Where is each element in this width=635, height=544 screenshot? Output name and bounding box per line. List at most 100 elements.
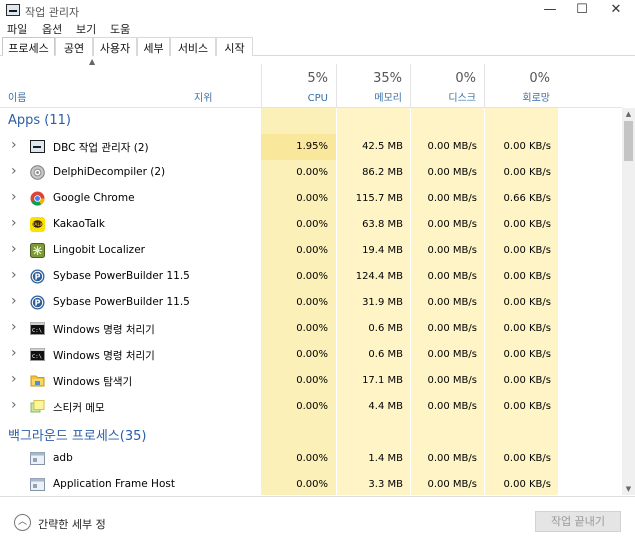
memory-value: 42.5 MB [362,141,403,152]
tab-performance[interactable]: 공연 [55,37,93,56]
expand-chevron-icon[interactable]: › [11,397,17,413]
memory-value: 31.9 MB [362,297,403,308]
minimize-button[interactable]: — [532,0,568,22]
header-cpu-label: CPU [307,93,328,104]
group-apps[interactable]: Apps (11) [0,108,622,134]
header-name[interactable]: 이름 [0,64,190,108]
header-memory[interactable]: 35% 메모리 [336,64,410,108]
expand-chevron-icon[interactable]: › [11,241,17,257]
expand-chevron-icon[interactable]: › [11,371,17,387]
network-value: 0.00 KB/s [503,479,551,490]
process-row[interactable]: › C:\ Windows 명령 처리기 0.00% 0.6 MB 0.00 MB/s 0.… [0,316,622,342]
disk-value: 0.00 MB/s [427,141,477,152]
expand-chevron-icon[interactable]: › [11,345,17,361]
cpu-value: 0.00% [296,479,328,490]
expand-chevron-icon[interactable]: › [11,137,17,153]
tab-startup[interactable]: 시작 [216,37,253,56]
fewer-details-link[interactable]: 간략한 세부 정 [38,516,106,532]
menu-file[interactable]: 파일 [7,21,27,37]
scroll-thumb[interactable] [624,121,633,161]
end-task-button[interactable]: 작업 끝내기 [535,511,621,532]
memory-value: 0.6 MB [368,349,403,360]
scroll-up-icon[interactable]: ▲ [622,108,635,120]
svg-text:P: P [35,272,41,281]
process-name: Lingobit Localizer [53,244,145,256]
process-row[interactable]: › Lingobit Localizer 0.00% 19.4 MB 0.00 MB/s… [0,238,622,264]
chevron-up-circle-icon[interactable]: ︿ [14,514,31,531]
menu-help[interactable]: 도움 [110,21,130,37]
cpu-value: 0.00% [296,271,328,282]
tab-processes[interactable]: 프로세스 [2,37,55,56]
group-background-processes-label: 백그라운드 프로세스(35) [8,429,147,444]
svg-text:TALK: TALK [31,222,44,228]
disk-value: 0.00 MB/s [427,271,477,282]
cpu-value: 1.95% [296,141,328,152]
process-name: adb [53,452,73,464]
process-row[interactable]: › P Sybase PowerBuilder 11.5 0.00% 31.9 MB 0.… [0,290,622,316]
network-value: 0.00 KB/s [503,167,551,178]
task-manager-icon [6,4,20,16]
process-row[interactable]: › 스티커 메모 0.00% 4.4 MB 0.00 MB/s 0.00 KB/s [0,394,622,420]
process-name: Sybase PowerBuilder 11.5 [53,296,190,308]
menu-options[interactable]: 옵션 [42,21,62,37]
process-row[interactable]: › Google Chrome 0.00% 115.7 MB 0.00 MB/s 0.66… [0,186,622,212]
process-row[interactable]: › DelphiDecompiler (2) 0.00% 86.2 MB 0.00 MB… [0,160,622,186]
tab-details[interactable]: 세부 [137,37,170,56]
expand-chevron-icon[interactable]: › [11,293,17,309]
header-network[interactable]: 0% 회로망 [484,64,558,108]
maximize-button[interactable]: ☐ [564,0,600,22]
network-value: 0.00 KB/s [503,453,551,464]
disk-value: 0.00 MB/s [427,323,477,334]
tab-users[interactable]: 사용자 [93,37,137,56]
header-cpu[interactable]: 5% CPU [261,64,336,108]
header-disk-label: 디스크 [448,93,476,104]
svg-text:C:\: C:\ [32,354,42,360]
process-row[interactable]: › P Sybase PowerBuilder 11.5 0.00% 124.4 MB 0… [0,264,622,290]
network-value: 0.00 KB/s [503,141,551,152]
close-button[interactable]: ✕ [598,0,634,22]
tab-bar: 프로세스 공연 사용자 세부 서비스 시작 [0,36,635,56]
memory-value: 4.4 MB [368,401,403,412]
disk-value: 0.00 MB/s [427,219,477,230]
group-background-processes[interactable]: 백그라운드 프로세스(35) [0,420,622,446]
process-row[interactable]: › TALK KakaoTalk 0.00% 63.8 MB 0.00 MB/s 0.00 … [0,212,622,238]
header-disk[interactable]: 0% 디스크 [410,64,484,108]
network-total: 0% [529,71,550,86]
process-row[interactable]: › C:\ Windows 명령 처리기 0.00% 0.6 MB 0.00 MB/s 0.… [0,342,622,368]
disk-value: 0.00 MB/s [427,245,477,256]
generic-process-icon [30,451,45,466]
expand-chevron-icon[interactable]: › [11,215,17,231]
disk-value: 0.00 MB/s [427,453,477,464]
disk-value: 0.00 MB/s [427,401,477,412]
cpu-value: 0.00% [296,297,328,308]
cpu-value: 0.00% [296,167,328,178]
expand-chevron-icon[interactable]: › [11,189,17,205]
process-row[interactable]: › DBC 작업 관리자 (2) 1.95% 42.5 MB 0.00 MB/s 0.00… [0,134,622,160]
network-value: 0.66 KB/s [503,193,551,204]
disk-value: 0.00 MB/s [427,375,477,386]
expand-chevron-icon[interactable]: › [11,267,17,283]
cpu-value: 0.00% [296,375,328,386]
network-value: 0.00 KB/s [503,323,551,334]
process-row[interactable]: adb 0.00% 1.4 MB 0.00 MB/s 0.00 KB/s [0,446,622,472]
column-header: 이름 지위 5% CPU 35% 메모리 0% 디스크 0% 회로망 [0,64,622,108]
expand-chevron-icon[interactable]: › [11,319,17,335]
sticky-notes-icon [30,399,45,414]
process-name: DBC 작업 관리자 (2) [53,142,149,154]
explorer-folder-icon [30,373,45,388]
tab-services[interactable]: 서비스 [170,37,216,56]
process-name: Windows 명령 처리기 [53,350,155,362]
menu-view[interactable]: 보기 [76,21,96,37]
process-row[interactable]: › Windows 탐색기 0.00% 17.1 MB 0.00 MB/s 0.00 KB… [0,368,622,394]
dbc-icon [30,139,45,154]
title-bar: 작업 관리자 — ☐ ✕ [0,0,635,22]
memory-value: 86.2 MB [362,167,403,178]
process-row[interactable]: Application Frame Host 0.00% 3.3 MB 0.00 MB… [0,472,622,495]
vertical-scrollbar[interactable]: ▲ ▼ [622,108,635,495]
header-status[interactable]: 지위 [190,64,261,108]
cmd-icon: C:\ [30,321,45,336]
disk-value: 0.00 MB/s [427,297,477,308]
network-value: 0.00 KB/s [503,375,551,386]
scroll-down-icon[interactable]: ▼ [622,483,635,495]
expand-chevron-icon[interactable]: › [11,163,17,179]
